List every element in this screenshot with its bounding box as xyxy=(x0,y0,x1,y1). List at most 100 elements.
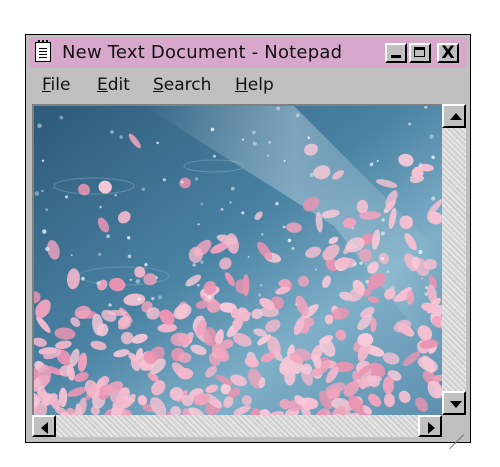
arrow-left-icon xyxy=(41,422,48,434)
water-sparkle xyxy=(295,113,300,118)
water-sparkle xyxy=(210,127,215,132)
water-sparkle xyxy=(268,140,272,144)
text-area[interactable] xyxy=(32,104,442,415)
maximize-button[interactable] xyxy=(409,43,431,63)
water-sparkle xyxy=(41,189,44,193)
water-sparkle xyxy=(144,263,148,267)
water-sparkle xyxy=(41,159,45,162)
water-sparkle xyxy=(127,236,131,240)
water-sparkle xyxy=(127,254,132,259)
water-sparkle xyxy=(231,186,235,191)
minimize-icon xyxy=(391,55,401,58)
menu-edit[interactable]: Edit xyxy=(97,75,130,95)
maximize-icon xyxy=(414,47,425,57)
water-sparkle xyxy=(380,257,385,261)
water-sparkle xyxy=(114,194,117,197)
water-sparkle xyxy=(385,209,389,213)
water-sparkle xyxy=(408,122,412,126)
resize-grip-icon[interactable] xyxy=(442,415,466,450)
water-sparkle xyxy=(295,303,298,306)
water-sparkle xyxy=(110,130,114,134)
water-sparkle xyxy=(197,284,200,287)
scroll-up-button[interactable] xyxy=(442,104,466,128)
water-sparkle xyxy=(42,229,47,234)
menu-search[interactable]: Search xyxy=(153,75,211,95)
water-sparkle xyxy=(99,205,102,209)
water-sparkle xyxy=(261,233,264,236)
water-sparkle xyxy=(141,187,145,191)
water-sparkle xyxy=(365,279,370,284)
scroll-right-button[interactable] xyxy=(418,415,442,437)
water-sparkle xyxy=(162,178,166,182)
water-sparkle xyxy=(241,138,244,141)
water-sparkle xyxy=(220,208,224,211)
water-sparkle xyxy=(59,115,64,120)
water-sparkle xyxy=(252,130,256,135)
water-sparkle xyxy=(151,297,155,301)
water-sparkle xyxy=(287,238,292,243)
water-sparkle xyxy=(180,180,184,184)
close-icon: X xyxy=(441,43,455,63)
water-sparkle xyxy=(156,141,159,145)
water-sparkle xyxy=(386,270,390,273)
water-sparkle xyxy=(252,141,257,146)
arrow-up-icon xyxy=(450,113,462,120)
water-sparkle xyxy=(431,196,436,201)
water-sparkle xyxy=(276,106,281,111)
water-sparkle xyxy=(45,208,49,212)
minimize-button[interactable] xyxy=(385,43,407,63)
water-sparkle xyxy=(291,247,295,250)
horizontal-scrollbar[interactable] xyxy=(32,415,442,437)
water-sparkle xyxy=(351,227,355,230)
water-sparkle xyxy=(431,155,435,159)
water-sparkle xyxy=(200,260,204,264)
water-sparkle xyxy=(158,295,162,300)
arrow-right-icon xyxy=(428,422,435,434)
scroll-left-button[interactable] xyxy=(32,415,56,437)
water-sparkle xyxy=(135,279,141,284)
water-sparkle xyxy=(421,277,424,280)
water-sparkle xyxy=(418,249,423,255)
arrow-down-icon xyxy=(450,401,462,408)
title-bar[interactable]: New Text Document - Notepad X xyxy=(29,38,467,68)
water-sparkle xyxy=(418,162,423,167)
window-title: New Text Document - Notepad xyxy=(62,42,343,63)
water-sparkle xyxy=(194,177,199,181)
vertical-scrollbar[interactable] xyxy=(442,104,466,415)
scroll-down-button[interactable] xyxy=(442,391,466,415)
water-sparkle xyxy=(381,218,385,222)
water-sparkle xyxy=(96,281,101,286)
cherry-blossom-image xyxy=(34,106,442,415)
water-sparkle xyxy=(212,154,216,158)
water-sparkle xyxy=(200,202,204,206)
water-sparkle xyxy=(266,154,269,157)
water-sparkle xyxy=(260,284,263,287)
water-sparkle xyxy=(106,234,110,238)
water-sparkle xyxy=(81,276,85,281)
water-sparkle xyxy=(155,276,158,279)
water-sparkle xyxy=(355,246,357,248)
water-sparkle xyxy=(70,254,73,256)
menu-help[interactable]: Help xyxy=(235,75,274,95)
menu-bar: File Edit Search Help xyxy=(29,70,467,100)
water-sparkle xyxy=(425,286,428,289)
notepad-window: New Text Document - Notepad X File Edit … xyxy=(25,34,471,450)
water-sparkle xyxy=(258,293,262,297)
water-sparkle xyxy=(247,256,250,258)
water-sparkle xyxy=(307,136,311,139)
water-sparkle xyxy=(352,261,358,267)
water-sparkle xyxy=(359,261,363,265)
water-sparkle xyxy=(376,160,379,162)
water-sparkle xyxy=(192,263,196,267)
water-sparkle xyxy=(102,182,105,185)
water-sparkle xyxy=(207,295,212,300)
water-sparkle xyxy=(282,225,286,229)
water-sparkle xyxy=(424,292,429,296)
water-sparkle xyxy=(34,191,40,196)
notepad-app-icon[interactable] xyxy=(35,40,51,62)
water-sparkle xyxy=(380,231,385,236)
water-sparkle xyxy=(197,223,200,226)
menu-file[interactable]: File xyxy=(42,75,70,95)
water-sparkle xyxy=(410,176,412,179)
close-button[interactable]: X xyxy=(437,43,459,63)
